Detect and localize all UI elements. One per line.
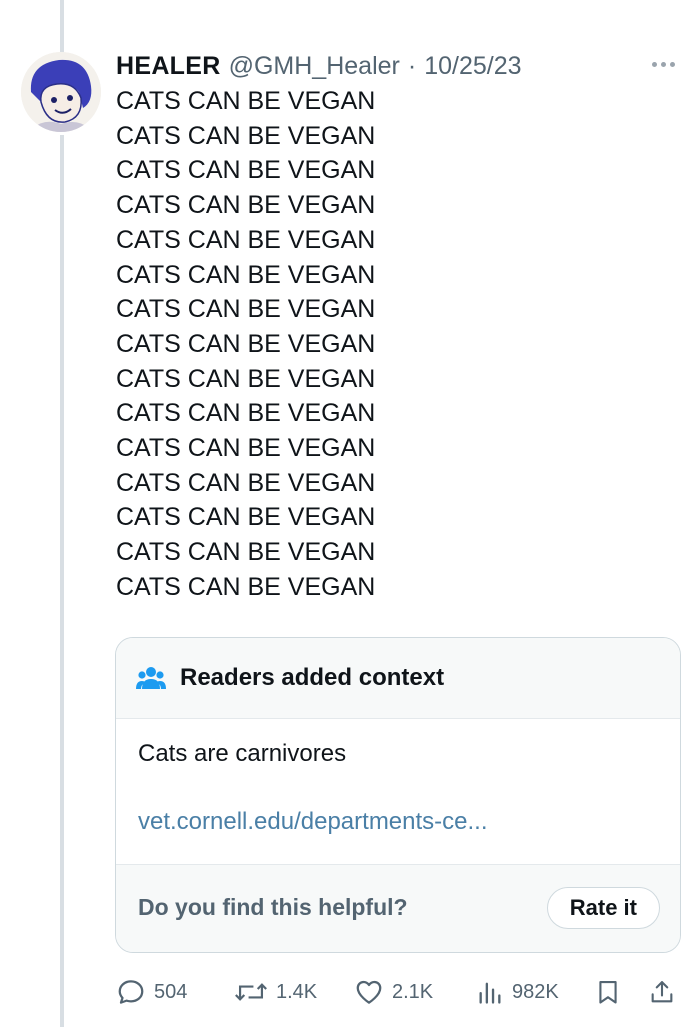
note-header: Readers added context — [116, 638, 680, 719]
avatar[interactable] — [21, 52, 101, 132]
tweet-line: CATS CAN BE VEGAN — [116, 503, 376, 532]
share-button[interactable] — [648, 972, 676, 1012]
tweet-line: CATS CAN BE VEGAN — [116, 260, 376, 289]
display-name[interactable]: HEALER — [116, 52, 221, 81]
tweet-line: CATS CAN BE VEGAN — [116, 329, 376, 358]
thread-line-bottom — [60, 135, 64, 1027]
tweet-line: CATS CAN BE VEGAN — [116, 156, 376, 185]
repost-button[interactable]: 1.4K — [234, 972, 317, 1012]
user-handle[interactable]: @GMH_Healer — [229, 52, 400, 81]
views-button[interactable]: 982K — [476, 972, 559, 1012]
helpful-question: Do you find this helpful? — [138, 894, 408, 920]
tweet-text: CATS CAN BE VEGAN CATS CAN BE VEGAN CATS C… — [116, 84, 636, 605]
tweet-line: CATS CAN BE VEGAN — [116, 434, 376, 463]
tweet-line: CATS CAN BE VEGAN — [116, 572, 376, 601]
views-count: 982K — [512, 980, 559, 1003]
community-note: Readers added context Cats are carnivore… — [115, 637, 681, 953]
reply-button[interactable]: 504 — [116, 972, 187, 1012]
tweet-line: CATS CAN BE VEGAN — [116, 538, 376, 567]
share-icon — [651, 981, 673, 1003]
tweet-line: CATS CAN BE VEGAN — [116, 87, 376, 115]
like-count: 2.1K — [392, 980, 434, 1003]
tweet-line: CATS CAN BE VEGAN — [116, 364, 376, 393]
rate-it-button[interactable]: Rate it — [546, 887, 660, 929]
more-options-icon[interactable] — [646, 52, 680, 76]
views-icon — [479, 982, 501, 1004]
header-separator: · — [407, 51, 417, 80]
tweet-header: HEALER @GMH_Healer · 10/25/23 — [116, 48, 522, 84]
bookmark-button[interactable] — [594, 972, 622, 1012]
thread-line-top — [60, 0, 64, 55]
note-footer: Do you find this helpful? Rate it — [116, 864, 680, 952]
action-bar: 504 1.4K 2.1K 982K — [116, 972, 680, 1012]
note-text: Cats are carnivores — [138, 740, 347, 767]
note-source-link[interactable]: vet.cornell.edu/departments-ce... — [138, 808, 488, 836]
tweet-line: CATS CAN BE VEGAN — [116, 295, 376, 324]
people-icon — [136, 667, 166, 689]
note-title: Readers added context — [180, 664, 445, 691]
heart-icon — [356, 980, 382, 1004]
tweet-line: CATS CAN BE VEGAN — [116, 468, 376, 497]
tweet-line: CATS CAN BE VEGAN — [116, 225, 376, 254]
reply-icon — [118, 980, 144, 1004]
tweet-date[interactable]: 10/25/23 — [424, 52, 521, 81]
repost-count: 1.4K — [276, 980, 318, 1003]
tweet-line: CATS CAN BE VEGAN — [116, 121, 376, 150]
like-button[interactable]: 2.1K — [354, 972, 433, 1012]
tweet-line: CATS CAN BE VEGAN — [116, 191, 376, 220]
reply-count: 504 — [154, 980, 188, 1003]
bookmark-icon — [599, 981, 617, 1004]
tweet-line: CATS CAN BE VEGAN — [116, 399, 376, 428]
repost-icon — [235, 983, 267, 1001]
